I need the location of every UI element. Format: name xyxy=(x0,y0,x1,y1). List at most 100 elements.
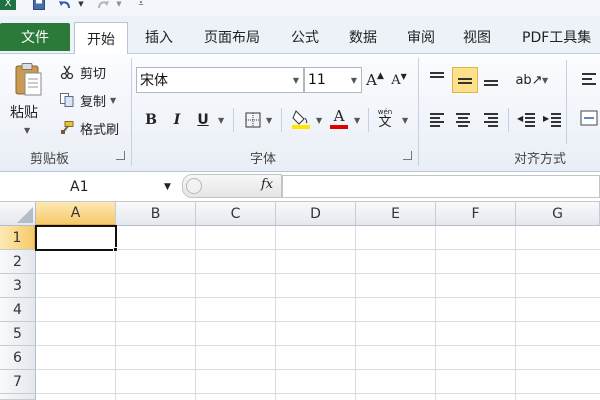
borders-button[interactable] xyxy=(242,109,264,131)
font-name-combobox[interactable]: 宋体 ▼ xyxy=(136,67,304,93)
align-bottom-button[interactable] xyxy=(480,67,502,89)
tab-file[interactable]: 文件 xyxy=(0,23,70,51)
row-header-3[interactable]: 3 xyxy=(0,274,36,298)
fill-handle[interactable] xyxy=(113,247,118,252)
name-box-value: A1 xyxy=(70,179,89,195)
paste-icon xyxy=(12,62,44,98)
copy-button[interactable]: 复制 ▼ xyxy=(58,90,116,110)
bold-button[interactable]: B xyxy=(140,109,162,131)
column-header-e[interactable]: E xyxy=(356,202,436,226)
divider xyxy=(508,108,509,132)
tab-view[interactable]: 视图 xyxy=(454,22,500,52)
format-painter-icon xyxy=(58,121,76,135)
name-box-dropdown-icon[interactable]: ▼ xyxy=(164,182,171,192)
format-painter-button[interactable]: 格式刷 xyxy=(58,118,119,138)
save-icon[interactable] xyxy=(30,0,48,12)
decrease-indent-button[interactable]: ◀ xyxy=(516,107,538,129)
row-header-7[interactable]: 7 xyxy=(0,370,36,394)
cut-button[interactable]: 剪切 xyxy=(58,62,106,82)
redo-dropdown-icon[interactable]: ▼ xyxy=(110,0,128,12)
orientation-button[interactable]: ab↗ xyxy=(515,69,542,91)
customize-qat-icon[interactable]: ⩡ xyxy=(132,0,150,12)
tab-home[interactable]: 开始 xyxy=(74,22,128,55)
row-header-5[interactable]: 5 xyxy=(0,322,36,346)
underline-dropdown-icon[interactable]: ▼ xyxy=(218,116,224,125)
undo-dropdown-icon[interactable]: ▼ xyxy=(72,0,90,12)
font-color-button[interactable]: A xyxy=(328,108,350,130)
copy-dropdown-icon[interactable]: ▼ xyxy=(110,96,116,105)
clipboard-dialog-launcher-icon[interactable] xyxy=(116,151,125,160)
column-header-f[interactable]: F xyxy=(436,202,516,226)
gridline xyxy=(115,226,116,400)
clipboard-group-label: 剪贴板 xyxy=(30,151,70,167)
align-top-button[interactable] xyxy=(426,67,448,89)
row-header-2[interactable]: 2 xyxy=(0,250,36,274)
grow-font-button[interactable]: A ▲ xyxy=(364,69,386,91)
insert-function-button[interactable]: fx xyxy=(261,177,273,192)
group-divider xyxy=(131,58,132,166)
row-header-4[interactable]: 4 xyxy=(0,298,36,322)
column-header-a[interactable]: A xyxy=(36,202,116,226)
align-right-button[interactable] xyxy=(480,107,502,129)
font-color-label: A xyxy=(333,107,345,125)
font-name-dropdown-icon[interactable]: ▼ xyxy=(293,76,299,85)
tab-formulas[interactable]: 公式 xyxy=(282,22,328,52)
row-header-8[interactable] xyxy=(0,394,36,400)
group-divider xyxy=(418,58,419,166)
wrap-text-button[interactable] xyxy=(578,67,600,89)
paste-button[interactable]: 粘贴 ▼ xyxy=(4,60,54,142)
font-color-swatch xyxy=(330,125,348,129)
underline-button[interactable]: U xyxy=(192,109,214,131)
align-center-button[interactable] xyxy=(452,107,474,129)
increase-indent-button[interactable]: ▶ xyxy=(542,107,564,129)
quick-access-toolbar: X ▼ ▼ ⩡ xyxy=(0,0,600,16)
format-painter-label: 格式刷 xyxy=(80,122,120,138)
indent-arrow-right-icon: ▶ xyxy=(543,114,550,123)
borders-dropdown-icon[interactable]: ▼ xyxy=(266,116,272,125)
select-all-button[interactable] xyxy=(0,202,36,226)
align-middle-button[interactable] xyxy=(452,67,478,93)
formula-input[interactable] xyxy=(282,175,600,198)
gridline xyxy=(435,226,436,400)
alignment-group-label: 对齐方式 xyxy=(514,151,567,167)
divider xyxy=(566,60,567,144)
copy-icon xyxy=(58,93,76,107)
row-header-6[interactable]: 6 xyxy=(0,346,36,370)
column-header-b[interactable]: B xyxy=(116,202,196,226)
borders-icon xyxy=(245,112,261,128)
font-group-label: 字体 xyxy=(250,151,277,167)
column-header-g[interactable]: G xyxy=(516,202,600,226)
row-header-1[interactable]: 1 xyxy=(0,226,36,250)
phonetic-dropdown-icon[interactable]: ▼ xyxy=(402,116,408,125)
font-color-dropdown-icon[interactable]: ▼ xyxy=(354,116,360,125)
cell-a1-selected[interactable] xyxy=(35,225,117,251)
column-header-c[interactable]: C xyxy=(196,202,276,226)
name-box[interactable]: A1 ▼ xyxy=(0,176,180,198)
fill-bucket-icon xyxy=(292,110,310,129)
select-all-triangle-icon xyxy=(17,207,33,223)
excel-icon[interactable]: X xyxy=(0,0,16,10)
phonetic-char-label: 文 xyxy=(378,115,392,130)
tab-review[interactable]: 审阅 xyxy=(398,22,444,52)
tab-pdf-tools[interactable]: PDF工具集 xyxy=(514,22,600,52)
fill-color-dropdown-icon[interactable]: ▼ xyxy=(316,116,322,125)
gridline xyxy=(515,226,516,400)
orientation-dropdown-icon[interactable]: ▼ xyxy=(542,76,548,85)
merge-center-button[interactable] xyxy=(578,107,600,129)
shrink-font-button[interactable]: A ▼ xyxy=(388,69,410,91)
shrink-font-label: A xyxy=(391,72,401,88)
formula-bar-grip-icon[interactable] xyxy=(186,178,202,194)
column-header-d[interactable]: D xyxy=(276,202,356,226)
paste-label: 粘贴 xyxy=(10,105,38,121)
scissors-icon xyxy=(58,65,76,79)
tab-insert[interactable]: 插入 xyxy=(136,22,182,52)
font-dialog-launcher-icon[interactable] xyxy=(403,151,412,160)
tab-page-layout[interactable]: 页面布局 xyxy=(194,22,270,52)
italic-button[interactable]: I xyxy=(166,109,188,131)
fill-color-button[interactable] xyxy=(290,108,312,130)
align-left-button[interactable] xyxy=(426,107,448,129)
phonetic-guide-button[interactable]: wén 文 xyxy=(374,108,396,130)
font-size-combobox[interactable]: 11 ▼ xyxy=(304,67,362,93)
font-size-dropdown-icon[interactable]: ▼ xyxy=(351,76,357,85)
tab-data[interactable]: 数据 xyxy=(340,22,386,52)
